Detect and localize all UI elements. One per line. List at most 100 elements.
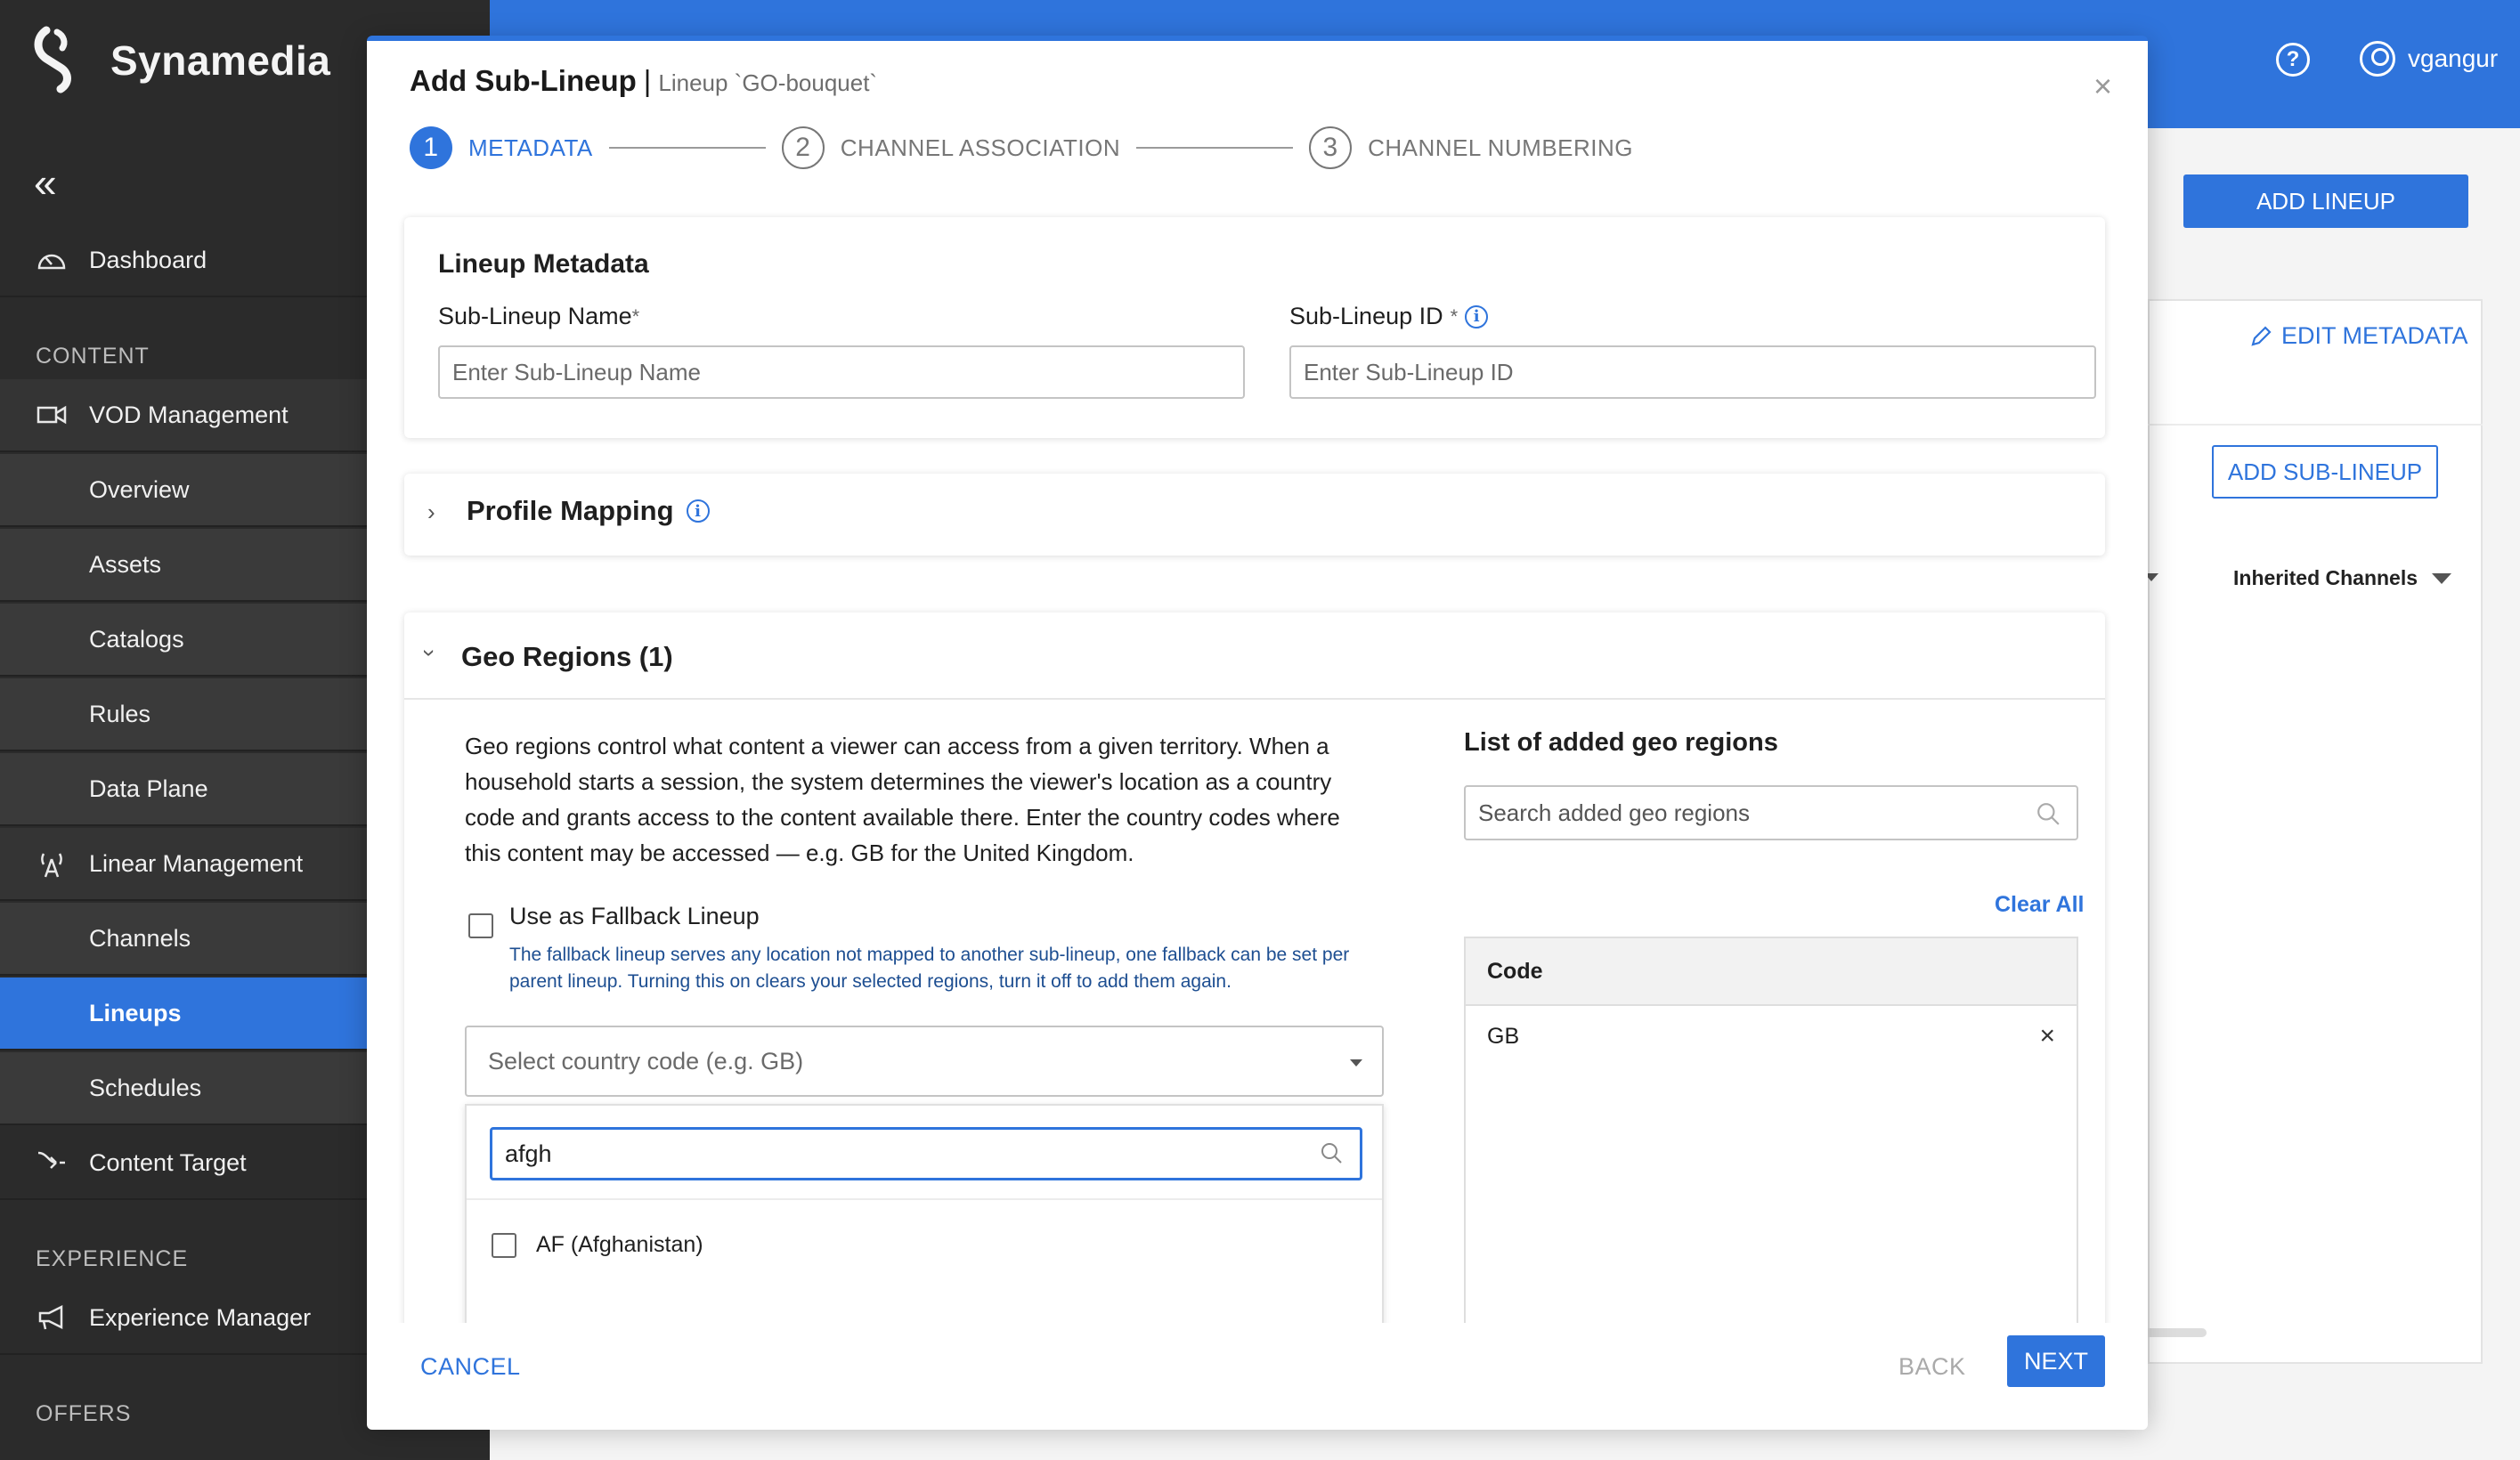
sidebar-item-label: Linear Management (89, 849, 304, 877)
modal-title-text: Add Sub-Lineup (410, 64, 637, 97)
megaphone-icon (36, 1302, 68, 1334)
video-camera-icon (36, 399, 68, 431)
sub-lineup-name-label: Sub-Lineup Name * (438, 303, 639, 330)
geo-regions-card: › Geo Regions (1) Geo regions control wh… (404, 612, 2105, 1360)
sub-lineup-id-input[interactable] (1289, 345, 2096, 399)
step-connector (1136, 147, 1294, 149)
add-lineup-button[interactable]: ADD LINEUP (2183, 174, 2468, 228)
step-number: 1 (410, 126, 452, 169)
section-label-offers: OFFERS (36, 1401, 132, 1426)
edit-metadata-label: EDIT METADATA (2281, 322, 2468, 349)
field-label-text: Sub-Lineup ID (1289, 303, 1443, 329)
cancel-button[interactable]: CANCEL (420, 1353, 521, 1381)
country-code-dropdown: AF (Afghanistan) (465, 1104, 1384, 1360)
region-code: GB (1487, 1023, 1520, 1049)
user-menu[interactable]: vgangur (2360, 41, 2498, 77)
option-label: AF (Afghanistan) (536, 1232, 703, 1257)
remove-region-icon[interactable]: × (2039, 1021, 2055, 1051)
lineup-metadata-card: Lineup Metadata Sub-Lineup Name* Sub-Lin… (404, 217, 2105, 438)
divider (2148, 424, 2483, 426)
arrow-target-icon (36, 1147, 68, 1179)
column-header-label: Inherited Channels (2233, 566, 2418, 589)
next-button[interactable]: NEXT (2007, 1335, 2105, 1387)
search-added-regions-input[interactable] (1464, 785, 2078, 840)
search-icon (2037, 803, 2060, 825)
country-code-select[interactable]: Select country code (e.g. GB) (465, 1026, 1384, 1097)
edit-metadata-button[interactable]: EDIT METADATA (2249, 322, 2468, 350)
sidebar-item-label: Catalogs (89, 625, 184, 653)
step-connector (608, 147, 766, 149)
horizontal-scrollbar[interactable] (2141, 1328, 2207, 1337)
profile-mapping-heading: Profile Mapping i (467, 495, 710, 527)
required-marker: * (631, 304, 640, 328)
sidebar-item-label: Channels (89, 924, 191, 952)
speedometer-icon (36, 244, 68, 276)
step-metadata[interactable]: 1 METADATA (410, 126, 593, 169)
title-separator: | (643, 64, 652, 97)
added-geo-regions-title: List of added geo regions (1464, 728, 1778, 757)
sub-lineup-id-label: Sub-Lineup ID * i (1289, 303, 1489, 330)
fallback-lineup-checkbox[interactable] (468, 913, 493, 938)
sidebar-item-label: Lineups (89, 999, 182, 1026)
brand[interactable]: Synamedia (34, 25, 330, 96)
option-checkbox[interactable] (492, 1232, 516, 1258)
profile-mapping-card[interactable]: › Profile Mapping i (404, 474, 2105, 556)
help-icon[interactable]: ? (2276, 43, 2310, 77)
card-heading: Geo Regions (1) (461, 641, 673, 672)
step-number: 2 (781, 126, 825, 169)
chevron-down-icon[interactable]: › (416, 649, 443, 657)
search-icon (1321, 1143, 1342, 1164)
divider (467, 1198, 1382, 1200)
section-label-content: CONTENT (36, 344, 150, 369)
user-avatar-icon (2360, 41, 2395, 77)
collapse-sidebar-icon[interactable]: « (34, 162, 57, 203)
inherited-channels-header[interactable]: Inherited Channels (2233, 566, 2452, 590)
required-marker: * (1450, 304, 1459, 328)
geo-regions-header[interactable]: › Geo Regions (1) (404, 612, 2105, 700)
stepper: 1 METADATA 2 CHANNEL ASSOCIATION 3 CHANN… (410, 126, 1633, 169)
table-row: GB × (1466, 1006, 2077, 1067)
card-heading: Profile Mapping (467, 495, 674, 526)
step-label: METADATA (468, 134, 593, 161)
sidebar-item-label: Overview (89, 475, 190, 503)
modal-title: Add Sub-Lineup | Lineup `GO-bouquet` (410, 64, 877, 98)
geo-regions-table: Code GB × (1464, 937, 2078, 1360)
chevron-right-icon[interactable]: › (427, 499, 435, 526)
sidebar-item-label: VOD Management (89, 401, 289, 428)
step-label: CHANNEL NUMBERING (1368, 134, 1634, 161)
dropdown-option[interactable]: AF (Afghanistan) (492, 1232, 703, 1258)
sidebar-item-label: Data Plane (89, 775, 208, 802)
select-placeholder: Select country code (e.g. GB) (488, 1047, 804, 1075)
fallback-help-text: The fallback lineup serves any location … (509, 945, 1350, 992)
sidebar-item-label: Content Target (89, 1148, 247, 1176)
sidebar-item-label: Dashboard (89, 246, 207, 273)
sub-lineup-name-input[interactable] (438, 345, 1245, 399)
fallback-lineup-label: Use as Fallback Lineup (509, 903, 760, 929)
modal-footer (367, 1323, 2148, 1430)
step-channel-association[interactable]: 2 CHANNEL ASSOCIATION (781, 126, 1121, 169)
close-icon[interactable]: × (2093, 68, 2112, 105)
sidebar-item-label: Rules (89, 700, 151, 727)
sidebar-item-label: Schedules (89, 1074, 202, 1101)
info-icon[interactable]: i (686, 499, 710, 523)
step-label: CHANNEL ASSOCIATION (840, 134, 1121, 161)
table-header-code: Code (1466, 938, 2077, 1006)
info-icon[interactable]: i (1465, 304, 1489, 328)
clear-all-link[interactable]: Clear All (1995, 892, 2085, 918)
synamedia-logo-icon (34, 26, 71, 93)
step-channel-numbering[interactable]: 3 CHANNEL NUMBERING (1309, 126, 1633, 169)
caret-down-icon (1350, 1059, 1362, 1067)
add-sub-lineup-button[interactable]: ADD SUB-LINEUP (2212, 445, 2438, 499)
brand-name: Synamedia (110, 37, 331, 84)
step-number: 3 (1309, 126, 1353, 169)
sidebar-item-label: Experience Manager (89, 1303, 312, 1331)
add-sub-lineup-modal: Add Sub-Lineup | Lineup `GO-bouquet` × 1… (367, 36, 2148, 1430)
geo-description: Geo regions control what content a viewe… (465, 733, 1340, 866)
country-search-input[interactable] (490, 1127, 1362, 1180)
back-button[interactable]: BACK (1898, 1353, 1966, 1381)
field-label-text: Sub-Lineup Name (438, 303, 632, 329)
section-label-experience: EXPERIENCE (36, 1246, 189, 1271)
username: vgangur (2408, 45, 2499, 72)
sort-caret-icon (2432, 572, 2452, 584)
sidebar-item-label: Assets (89, 550, 162, 578)
